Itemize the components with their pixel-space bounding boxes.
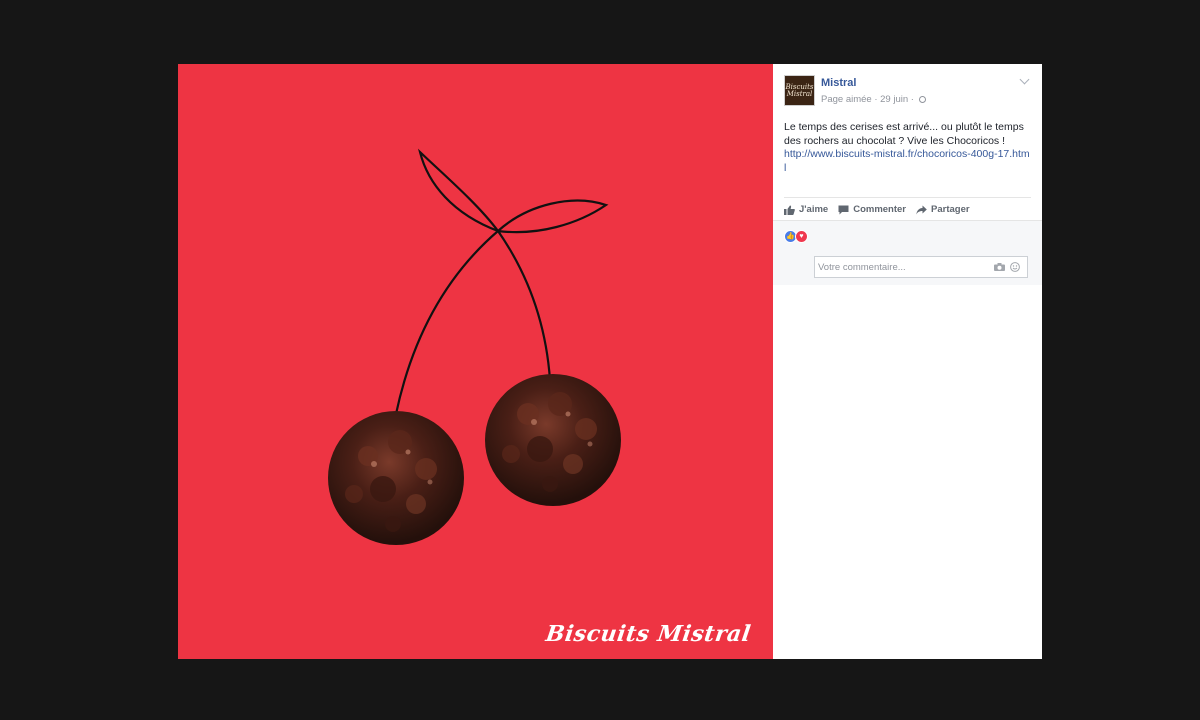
page-avatar[interactable]: Biscuits Mistral bbox=[784, 75, 815, 106]
thumbs-up-icon bbox=[784, 205, 795, 215]
like-label: J'aime bbox=[799, 204, 829, 215]
camera-icon[interactable] bbox=[994, 263, 1005, 271]
share-arrow-icon bbox=[916, 205, 927, 214]
chevron-down-icon[interactable] bbox=[1019, 74, 1030, 85]
globe-icon bbox=[918, 96, 926, 103]
left-leaf bbox=[418, 148, 502, 234]
right-chocolate-rocher bbox=[485, 374, 621, 506]
heart-reaction-icon: ♥ bbox=[795, 230, 808, 243]
like-button[interactable]: J'aime bbox=[784, 204, 828, 215]
left-stem bbox=[394, 230, 499, 415]
divider bbox=[784, 197, 1031, 198]
cherry-illustration bbox=[328, 148, 621, 545]
avatar-logo-text: Biscuits Mistral bbox=[785, 82, 814, 98]
comments-area: 👍 ♥ bbox=[773, 220, 1042, 285]
share-label: Partager bbox=[931, 204, 970, 215]
post-photo[interactable]: Biscuits Mistral bbox=[178, 64, 773, 659]
post-text: Le temps des cerises est arrivé... ou pl… bbox=[784, 121, 1024, 147]
reactions-summary[interactable]: 👍 ♥ bbox=[784, 230, 808, 243]
post-meta-text: Page aimée · 29 juin · bbox=[821, 94, 914, 105]
comment-label: Commenter bbox=[853, 204, 906, 215]
post-actions: J'aime Commenter Partager bbox=[784, 204, 970, 215]
comment-icon bbox=[838, 205, 849, 214]
brand-signature: Biscuits Mistral bbox=[544, 621, 753, 647]
post-body: Le temps des cerises est arrivé... ou pl… bbox=[784, 121, 1030, 175]
left-chocolate-rocher bbox=[328, 411, 464, 545]
post-meta: Page aimée · 29 juin · bbox=[821, 94, 926, 105]
post-sidebar: Biscuits Mistral Mistral Page aimée · 29… bbox=[773, 64, 1042, 659]
comment-button[interactable]: Commenter bbox=[838, 204, 906, 215]
post-link[interactable]: http://www.biscuits-mistral.fr/chocorico… bbox=[784, 148, 1030, 174]
share-button[interactable]: Partager bbox=[916, 204, 970, 215]
emoji-icon[interactable] bbox=[1010, 262, 1020, 272]
photo-lightbox: Biscuits Mistral Biscuits Mistral Mistra… bbox=[178, 64, 1042, 659]
right-stem bbox=[497, 230, 552, 381]
right-leaf bbox=[495, 199, 609, 234]
post-header: Biscuits Mistral Mistral Page aimée · 29… bbox=[773, 64, 1042, 120]
page-name-link[interactable]: Mistral bbox=[821, 77, 856, 89]
